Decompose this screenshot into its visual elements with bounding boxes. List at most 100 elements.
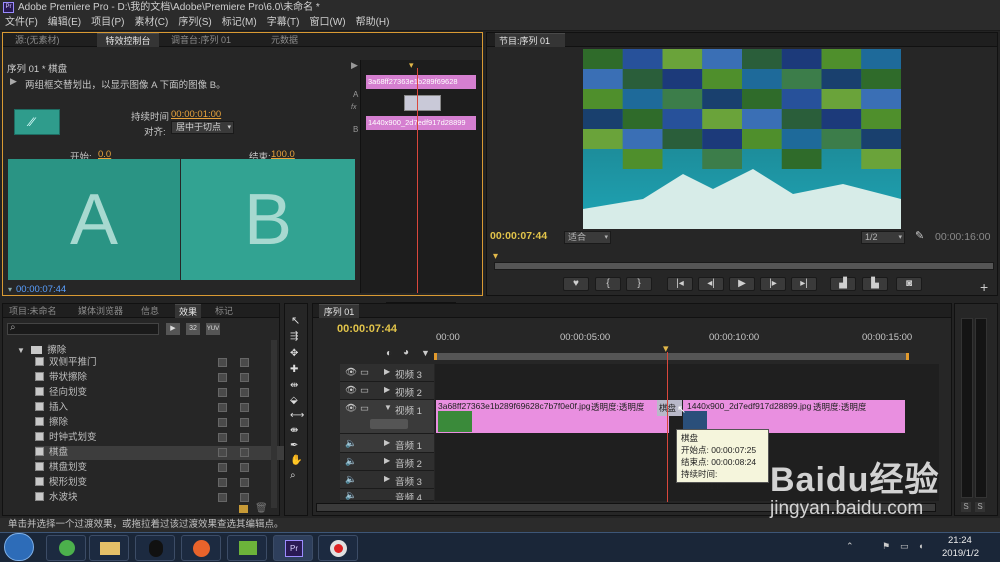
expand-icon[interactable]: ▶ xyxy=(384,474,390,483)
tab-audio-mixer[interactable]: 调音台:序列 01 xyxy=(171,33,243,47)
start-button[interactable] xyxy=(4,533,34,561)
expand-icon[interactable]: ▶ xyxy=(384,367,390,376)
yuv-badge[interactable]: YUV xyxy=(206,323,220,335)
go-to-in-button[interactable]: |◂ xyxy=(667,277,693,291)
lock-icon[interactable]: ▭ xyxy=(360,403,369,414)
menu-window[interactable]: 窗口(W) xyxy=(304,15,350,31)
effects-search-input[interactable]: ⌕ xyxy=(7,322,159,335)
menu-edit[interactable]: 编辑(E) xyxy=(43,15,86,31)
program-current-timecode[interactable]: 00:00:07:44 xyxy=(490,230,547,242)
track-header-audio-2[interactable]: 🔈 ▶ 音频 2 xyxy=(340,453,434,471)
track-select-tool-icon[interactable]: ⇶ xyxy=(290,331,298,342)
duration-value[interactable]: 00:00:01:00 xyxy=(171,109,221,120)
tab-program[interactable]: 节目:序列 01 xyxy=(495,33,565,47)
taskbar-360-icon[interactable] xyxy=(46,535,86,561)
clip-1-opacity[interactable]: 透明度:透明度 xyxy=(591,401,644,413)
taskbar-qq-icon[interactable] xyxy=(135,535,175,561)
tray-volume-icon[interactable]: ◖ xyxy=(918,541,923,551)
taskbar-camtasia-icon[interactable] xyxy=(227,535,267,561)
program-scrubber[interactable] xyxy=(494,262,994,270)
track-header-audio-4[interactable]: 🔈 音频 4 xyxy=(340,489,434,501)
effect-item-inset[interactable]: 插入 xyxy=(35,401,290,415)
export-frame-button[interactable]: ◙ xyxy=(896,277,922,291)
menu-marker[interactable]: 标记(M) xyxy=(217,15,262,31)
track-header-video-1[interactable]: 👁 ▭ ▼ 视频 1 xyxy=(340,400,434,434)
menu-project[interactable]: 项目(P) xyxy=(86,15,129,31)
keyframe-nav[interactable] xyxy=(370,419,408,429)
track-header-video-2[interactable]: 👁 ▭ ▶ 视频 2 xyxy=(340,382,434,400)
zoom-tool-icon[interactable]: ⌕ xyxy=(290,470,296,481)
taskbar-premiere-icon[interactable]: Pr xyxy=(273,535,313,561)
accelerated-effects-icon[interactable]: ▶ xyxy=(166,323,180,335)
go-to-out-button[interactable]: ▸| xyxy=(791,277,817,291)
clip-1[interactable]: 3a68ff27363e1b289f69628c7b7f0e0f.jpg 透明度… xyxy=(436,400,669,433)
marker-icon[interactable]: ▼ xyxy=(421,348,430,358)
mini-timeline[interactable]: ▾ 3a68ff27363e1b289f69628 1440x900_2d7ed… xyxy=(360,60,482,310)
rate-stretch-tool-icon[interactable]: ⇹ xyxy=(290,380,298,391)
speaker-icon[interactable]: 🔈 xyxy=(345,456,357,467)
solo-left-button[interactable]: S xyxy=(961,502,971,512)
tab-effect-controls[interactable]: 特效控制台 xyxy=(97,33,159,47)
speaker-icon[interactable]: 🔈 xyxy=(345,474,357,485)
lock-icon[interactable]: ▭ xyxy=(360,367,369,378)
tab-source[interactable]: 源:(无素材) xyxy=(15,33,77,47)
effect-item-band-wipe[interactable]: 带状擦除 xyxy=(35,371,290,385)
play-transition-icon[interactable]: ▶ xyxy=(10,76,17,87)
tab-markers[interactable]: 标记 xyxy=(215,304,237,318)
effect-item-wedge-wipe[interactable]: 楔形划变 xyxy=(35,476,290,490)
timeline-playhead-icon[interactable]: ▾ xyxy=(663,342,673,355)
menu-file[interactable]: 文件(F) xyxy=(0,15,43,31)
expand-icon[interactable]: ▶ xyxy=(384,385,390,394)
program-playhead-icon[interactable]: ▾ xyxy=(493,251,503,262)
mark-in-button[interactable]: { xyxy=(595,277,621,291)
tab-metadata[interactable]: 元数据 xyxy=(271,33,311,47)
slide-tool-icon[interactable]: ⇼ xyxy=(290,425,298,436)
preview-b[interactable]: B xyxy=(181,159,355,280)
collapse-icon[interactable]: ▼ xyxy=(384,403,392,412)
preview-a[interactable]: A xyxy=(8,159,180,280)
new-bin-icon[interactable] xyxy=(239,505,248,513)
effect-item-checkerboard-selected[interactable]: 棋盘 xyxy=(35,446,290,460)
razor-tool-icon[interactable]: ⬙ xyxy=(290,395,298,406)
track-header-video-3[interactable]: 👁 ▭ ▶ 视频 3 xyxy=(340,364,434,382)
menu-title[interactable]: 字幕(T) xyxy=(262,15,305,31)
menu-clip[interactable]: 素材(C) xyxy=(129,15,173,31)
clip-2-opacity[interactable]: 透明度:透明度 xyxy=(813,401,866,413)
resolution-dropdown[interactable]: 1/2 ▾ xyxy=(861,231,905,244)
pen-tool-icon[interactable]: ✒ xyxy=(290,440,298,451)
speaker-icon[interactable]: 🔈 xyxy=(345,438,357,449)
mini-clip-b[interactable]: 1440x900_2d7edf917d28899 xyxy=(366,116,476,130)
menu-sequence[interactable]: 序列(S) xyxy=(173,15,216,31)
align-dropdown[interactable]: 居中于切点 ▾ xyxy=(171,121,234,134)
clock-time[interactable]: 21:24 xyxy=(948,535,972,546)
speaker-icon[interactable]: 🔈 xyxy=(345,490,357,500)
timeline-timecode[interactable]: 00:00:07:44 xyxy=(337,323,397,335)
step-forward-button[interactable]: |▸ xyxy=(760,277,786,291)
add-marker-button[interactable]: ♥ xyxy=(563,277,589,291)
eye-icon[interactable]: 👁 xyxy=(345,367,357,378)
taskbar-firefox-icon[interactable] xyxy=(181,535,221,561)
tray-flag-icon[interactable]: ⚑ xyxy=(882,541,890,552)
effect-item-radial-wipe[interactable]: 径向划变 xyxy=(35,386,290,400)
panel-collapse-icon[interactable]: ▶ xyxy=(351,60,358,71)
expand-icon[interactable]: ▶ xyxy=(384,456,390,465)
timeline-ruler[interactable]: 00:00 00:00:05:00 00:00:10:00 00:00:15:0… xyxy=(434,330,939,364)
effect-item-clock-wipe[interactable]: 时钟式划变 xyxy=(35,431,290,445)
slip-tool-icon[interactable]: ⟷ xyxy=(290,410,304,421)
tab-sequence-01[interactable]: 序列 01 xyxy=(319,304,359,318)
effect-item-wipe[interactable]: 擦除 xyxy=(35,416,290,430)
effect-controls-timecode[interactable]: 00:00:07:44 xyxy=(16,284,66,295)
work-area-bar[interactable] xyxy=(434,353,909,360)
taskbar-explorer-icon[interactable] xyxy=(89,535,129,561)
step-back-button[interactable]: ◂| xyxy=(698,277,724,291)
eye-icon[interactable]: 👁 xyxy=(345,385,357,396)
solo-right-button[interactable]: S xyxy=(975,502,985,512)
mini-clip-a[interactable]: 3a68ff27363e1b289f69628 xyxy=(366,75,476,89)
rolling-edit-tool-icon[interactable]: ✚ xyxy=(290,364,298,375)
menu-help[interactable]: 帮助(H) xyxy=(351,15,395,31)
effect-item-double-door[interactable]: 双侧平推门 xyxy=(35,356,290,370)
fit-dropdown[interactable]: 适合 ▾ xyxy=(564,231,611,244)
tab-media-browser[interactable]: 媒体浏览器 xyxy=(78,304,130,318)
extract-button[interactable]: ▙ xyxy=(862,277,888,291)
mini-playhead-icon[interactable]: ▾ xyxy=(409,60,421,70)
